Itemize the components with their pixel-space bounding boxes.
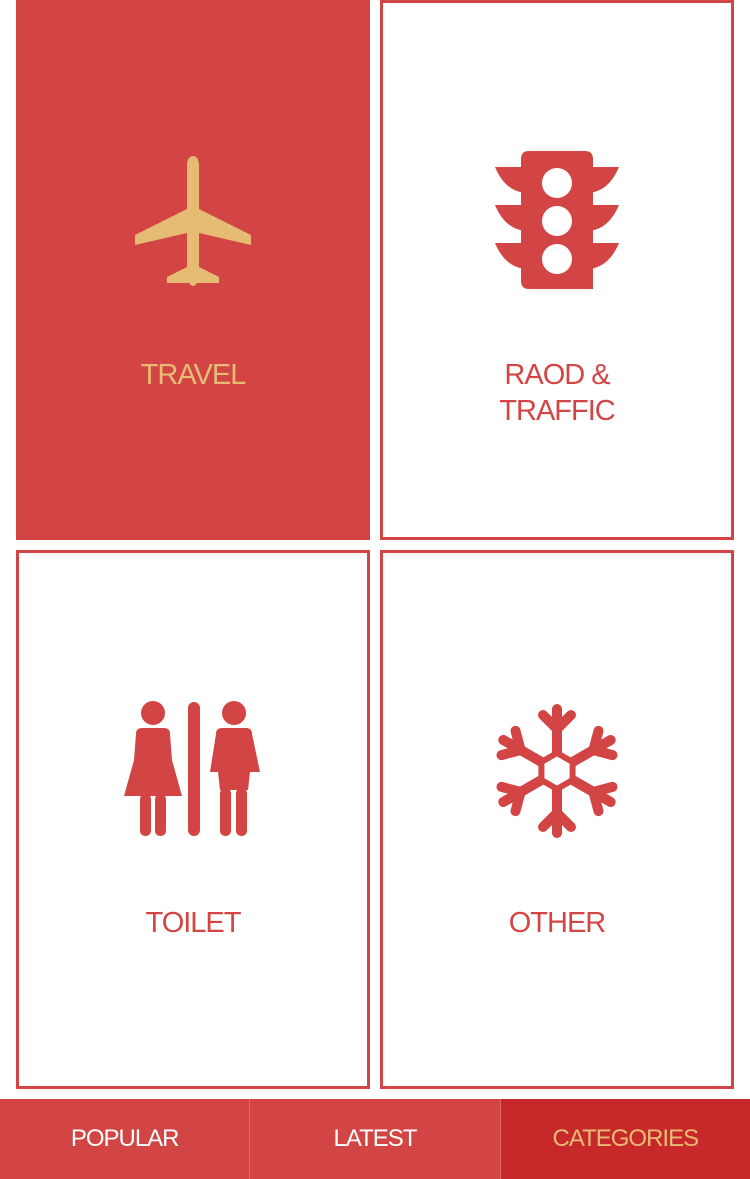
bottom-tab-bar: POPULAR LATEST CATEGORIES (0, 1099, 750, 1179)
category-tile-other[interactable]: OTHER (380, 550, 734, 1089)
category-tile-travel[interactable]: TRAVEL (16, 0, 370, 540)
category-tile-road-traffic[interactable]: RAOD & TRAFFIC (380, 0, 734, 540)
category-label: OTHER (508, 907, 607, 939)
category-label: TRAVEL (140, 359, 247, 391)
category-label-line: TRAFFIC (499, 395, 615, 427)
traffic-light-icon (495, 151, 619, 289)
category-label: TOILET (145, 907, 242, 939)
tab-categories[interactable]: CATEGORIES (499, 1099, 750, 1179)
airplane-icon (135, 156, 251, 286)
tab-latest[interactable]: LATEST (249, 1099, 499, 1179)
category-label: RAOD & TRAFFIC (383, 357, 731, 429)
tab-popular[interactable]: POPULAR (0, 1099, 249, 1179)
category-label-line: RAOD & (504, 359, 610, 391)
category-tile-toilet[interactable]: TOILET (16, 550, 370, 1089)
restroom-icon (124, 701, 260, 836)
snowflake-icon (492, 704, 622, 841)
